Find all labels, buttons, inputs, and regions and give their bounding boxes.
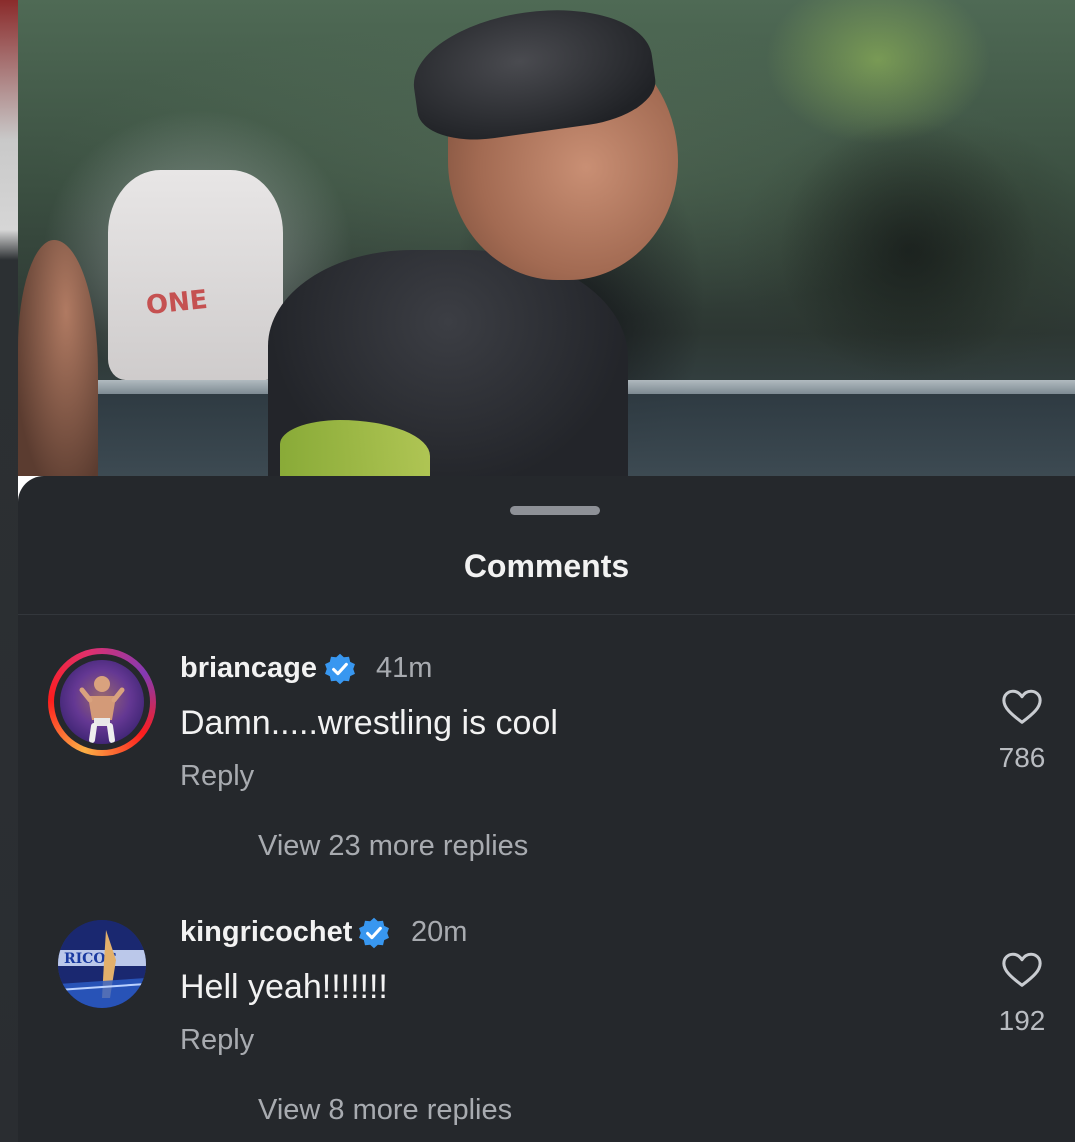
- avatar-image: [60, 660, 144, 744]
- background-app-edge: [0, 0, 18, 1142]
- avatar[interactable]: RICOC: [54, 916, 150, 1012]
- person-left-edge: [18, 240, 98, 476]
- comment-text: Hell yeah!!!!!!!: [180, 968, 388, 1006]
- wrestler-figure-icon: [60, 660, 144, 744]
- heart-icon[interactable]: [1001, 687, 1043, 727]
- sheet-drag-handle[interactable]: [510, 506, 600, 515]
- comment-text: Damn.....wrestling is cool: [180, 704, 558, 742]
- avatar[interactable]: [48, 648, 156, 756]
- like-count: 786: [998, 742, 1046, 773]
- reply-button[interactable]: Reply: [180, 760, 254, 793]
- verified-badge-icon: [325, 653, 355, 685]
- video-player[interactable]: ONE: [18, 0, 1075, 476]
- comment-timestamp: 41m: [376, 652, 433, 684]
- divider: [18, 614, 1075, 615]
- verified-badge-icon: [359, 917, 389, 949]
- comments-sheet: Comments briancage 41m Damn.....wrestlin…: [18, 476, 1075, 1142]
- reply-button[interactable]: Reply: [180, 1024, 254, 1057]
- screen: ONE Comments briancage 41m Damn.....wres…: [0, 0, 1075, 1142]
- sheet-title: Comments: [463, 548, 630, 584]
- fan-in-crowd: [108, 170, 283, 380]
- view-replies-button[interactable]: View 23 more replies: [258, 830, 528, 863]
- ricochet-logo-icon: RICOC: [58, 920, 146, 1008]
- crowd-background: [778, 120, 1038, 380]
- avatar-image: RICOC: [58, 920, 146, 1008]
- heart-icon[interactable]: [1001, 950, 1043, 990]
- fan-shirt-text: ONE: [144, 284, 210, 322]
- like-count: 192: [998, 1005, 1046, 1036]
- comment-username[interactable]: briancage: [180, 652, 317, 685]
- view-replies-button[interactable]: View 8 more replies: [258, 1094, 512, 1127]
- comment-username[interactable]: kingricochet: [180, 916, 352, 949]
- comment-timestamp: 20m: [411, 916, 468, 948]
